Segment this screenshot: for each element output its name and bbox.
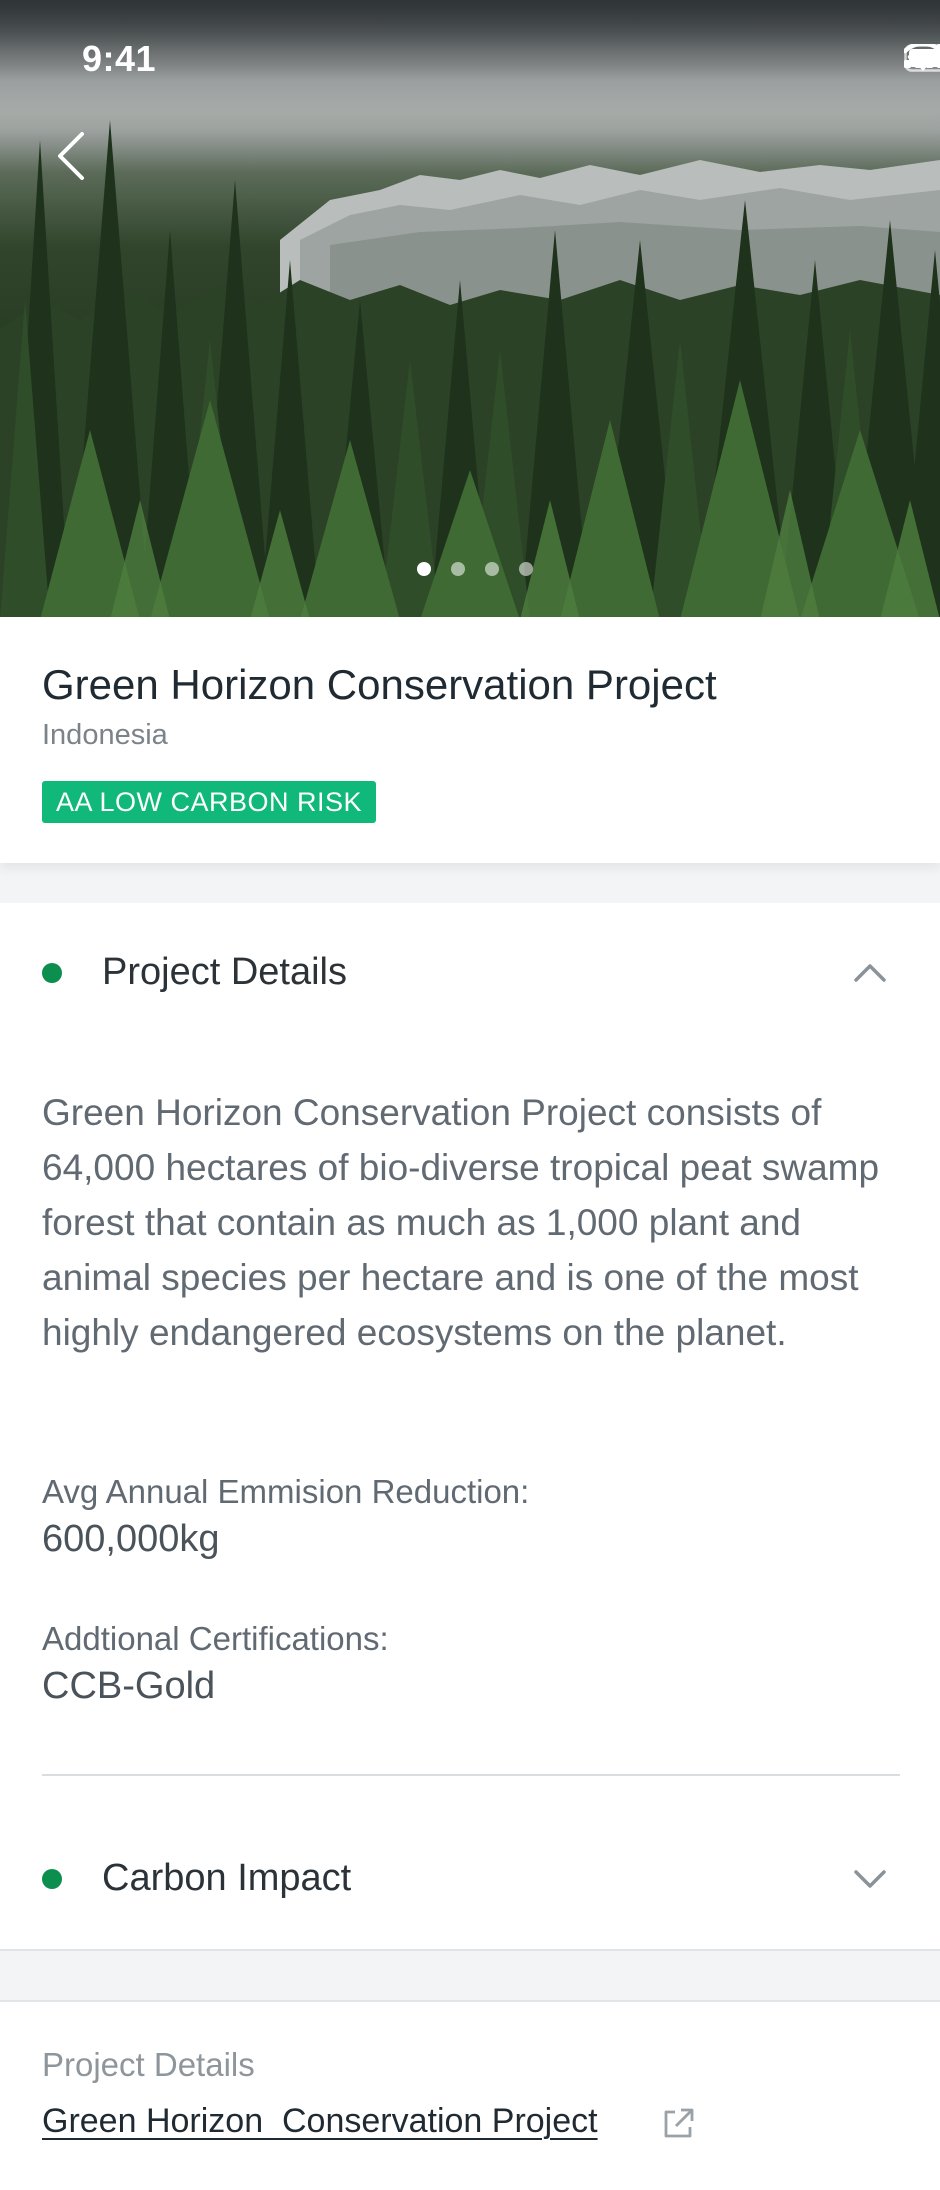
- emission-label: Avg Annual Emmision Reduction:: [42, 1473, 530, 1510]
- section-status-dot: [42, 1869, 62, 1889]
- project-link[interactable]: Green Horizon Conservation Project: [42, 2102, 598, 2141]
- project-title: Green Horizon Conservation Project: [42, 661, 717, 708]
- external-link-icon[interactable]: [660, 2106, 696, 2142]
- certifications-label: Addtional Certifications:: [42, 1620, 389, 1657]
- carousel-dot[interactable]: [451, 562, 465, 576]
- carousel-dot[interactable]: [519, 562, 533, 576]
- battery-icon: [904, 44, 940, 72]
- chevron-up-icon[interactable]: [850, 953, 890, 993]
- carbon-impact-title: Carbon Impact: [102, 1857, 352, 1899]
- footer-label: Project Details: [42, 2046, 255, 2083]
- carousel-dot[interactable]: [417, 562, 431, 576]
- chevron-down-icon[interactable]: [850, 1859, 890, 1899]
- section-status-dot: [42, 963, 62, 983]
- certifications-value: CCB-Gold: [42, 1665, 216, 1707]
- emission-value: 600,000kg: [42, 1518, 220, 1560]
- carousel-dot[interactable]: [485, 562, 499, 576]
- status-bar: 9:41: [0, 0, 940, 120]
- details-card: Project Details Green Horizon Conservati…: [0, 903, 940, 1951]
- project-header-card: Green Horizon Conservation Project Indon…: [0, 617, 940, 863]
- project-details-title: Project Details: [102, 951, 347, 993]
- chevron-left-icon: [58, 132, 84, 180]
- back-button[interactable]: [48, 126, 98, 186]
- section-divider: [42, 1774, 900, 1776]
- carousel-indicator[interactable]: [0, 562, 940, 576]
- status-time: 9:41: [82, 38, 157, 79]
- footer-card: Project Details Green Horizon Conservati…: [0, 2000, 940, 2190]
- carbon-impact-header[interactable]: Carbon Impact: [0, 1829, 940, 1929]
- risk-badge: AA LOW CARBON RISK: [42, 781, 377, 823]
- project-description: Green Horizon Conservation Project consi…: [42, 1092, 880, 1353]
- project-location: Indonesia: [42, 719, 168, 751]
- hero-image[interactable]: 9:41: [0, 0, 940, 617]
- project-details-header[interactable]: Project Details: [0, 923, 940, 1023]
